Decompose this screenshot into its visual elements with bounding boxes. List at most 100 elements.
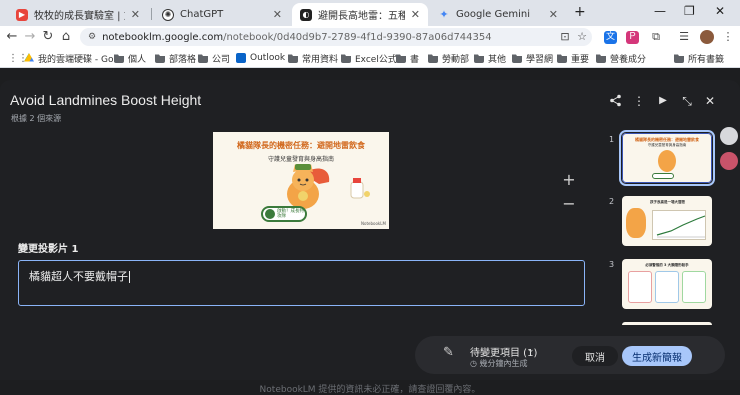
zoom-in-icon[interactable]: +	[557, 168, 581, 192]
edit-input-text: 橘貓超人不要戴帽子	[29, 270, 128, 283]
share-icon[interactable]	[608, 94, 622, 108]
bookmark-folder-personal[interactable]: 個人	[114, 51, 146, 65]
site-info-icon[interactable]: ⚙	[88, 32, 96, 42]
bookmark-folder-labor[interactable]: 勞動部	[428, 51, 469, 65]
reload-icon[interactable]: ↻	[40, 29, 56, 45]
bookmark-label: 所有書籤	[688, 54, 725, 65]
close-tab-icon[interactable]: ✕	[411, 8, 420, 21]
tab-gemini[interactable]: ✦ Google Gemini ✕	[430, 3, 566, 26]
thumbnail-caption: 必須警惕的 3 大類隱形殺手	[645, 263, 689, 267]
tab-fangezi[interactable]: ▶ 牧牧的成長實驗室 | 方格子 vo ✕	[8, 3, 148, 26]
thumbnail-subcaption: 守護兒童發育與身高指南	[647, 143, 687, 147]
bookmark-label: 勞動部	[442, 54, 470, 65]
bookmark-label: 我的雲端硬碟 - Go...	[38, 54, 122, 65]
slide-thumbnail-4-partial[interactable]	[622, 322, 712, 325]
slide-preview[interactable]: 橘貓隊長的機密任務：避開地雷飲食 守護兒童發育與身高指南 啟動！成長特攻隊 No…	[213, 132, 389, 229]
more-options-icon[interactable]: ⋮	[632, 94, 646, 108]
zoom-out-icon[interactable]: −	[557, 192, 581, 216]
google-drive-icon	[24, 53, 34, 62]
slide-thumbnail-1[interactable]: 橘貓隊長的機密任務：避開地雷飲食 守護兒童發育與身高指南	[619, 130, 715, 186]
bookmark-folder-common[interactable]: 常用資料	[288, 51, 338, 65]
extension-icon[interactable]: Ｐ	[626, 31, 639, 44]
card-thumbnail-3	[682, 271, 706, 303]
side-panel-icon[interactable]	[720, 127, 738, 145]
growth-chart-thumbnail	[652, 210, 706, 240]
folder-icon	[341, 54, 351, 63]
slide-logo: NotebookLM	[361, 221, 386, 226]
sidebar-toggle-icon[interactable]: ☰	[676, 29, 692, 45]
folder-icon	[474, 54, 484, 63]
bookmark-label: 其他	[488, 54, 507, 65]
mission-badge: 啟動！成長特攻隊	[261, 206, 307, 222]
extensions-puzzle-icon[interactable]: ⧉	[648, 29, 664, 45]
close-tab-icon[interactable]: ✕	[131, 8, 140, 21]
cat-thumbnail-icon	[658, 150, 676, 172]
text-caret	[129, 271, 130, 283]
tab-title: ChatGPT	[180, 9, 224, 20]
presentation-title: Avoid Landmines Boost Height	[10, 92, 202, 108]
install-app-icon[interactable]: ⊡	[557, 29, 573, 45]
folder-icon	[674, 54, 684, 63]
new-tab-button[interactable]: +	[574, 4, 586, 20]
bookmark-star-icon[interactable]: ☆	[574, 29, 590, 45]
bookmark-folder-blog[interactable]: 部落格	[155, 51, 196, 65]
restore-icon[interactable]: ❐	[684, 4, 695, 18]
bookmark-google-drive[interactable]: 我的雲端硬碟 - Go...	[24, 51, 122, 65]
slide-headline: 橘貓隊長的機密任務：避開地雷飲食	[237, 141, 365, 150]
play-slideshow-icon[interactable]: ▶	[656, 94, 670, 108]
window-close-icon[interactable]: ✕	[715, 4, 725, 18]
bookmark-folder-all[interactable]: 所有書籤	[674, 51, 724, 65]
folder-icon	[596, 54, 606, 63]
tab-divider	[151, 8, 152, 20]
close-modal-icon[interactable]: ✕	[703, 94, 717, 108]
thumbnail-number: 2	[609, 197, 615, 206]
card-thumbnail-2	[655, 271, 679, 303]
minimize-icon[interactable]: —	[654, 4, 666, 18]
bookmark-outlook[interactable]: Outlook	[236, 51, 285, 65]
address-bar[interactable]: ⚙ notebooklm.google.com/notebook/0d40d9b…	[80, 28, 592, 46]
bookmark-folder-learning[interactable]: 學習網	[512, 51, 553, 65]
profile-avatar[interactable]	[700, 30, 714, 44]
generate-presentation-button[interactable]: 生成新簡報	[622, 346, 692, 366]
folder-icon	[114, 54, 124, 63]
eta-text: 幾分鐘內生成	[479, 359, 528, 368]
close-tab-icon[interactable]: ✕	[273, 8, 282, 21]
home-icon[interactable]: ⌂	[58, 29, 74, 45]
tab-notebooklm[interactable]: ◐ 避開長高地雷：五種奶罐發育的 ✕	[292, 3, 428, 26]
cat-thumbnail-icon	[626, 208, 646, 238]
badge-emblem-icon	[265, 209, 275, 219]
chevron-down-icon[interactable]: ⌄	[527, 345, 535, 355]
generation-eta: ◷ 幾分鐘內生成	[470, 358, 528, 369]
folder-icon	[557, 54, 567, 63]
bookmark-folder-company[interactable]: 公司	[198, 51, 230, 65]
folder-icon	[198, 54, 208, 63]
slide-edit-input[interactable]: 橘貓超人不要戴帽子	[18, 260, 585, 306]
bookmark-folder-books[interactable]: 書	[396, 51, 419, 65]
close-tab-icon[interactable]: ✕	[549, 8, 558, 21]
bookmark-folder-important[interactable]: 重要	[557, 51, 589, 65]
folder-icon	[512, 54, 522, 63]
folder-icon	[396, 54, 406, 63]
outlook-icon	[236, 53, 246, 63]
bookmark-folder-other[interactable]: 其他	[474, 51, 506, 65]
edit-section-label: 變更投影片 1	[18, 244, 79, 255]
collapse-icon[interactable]: ⤡	[680, 94, 694, 108]
notebooklm-favicon-icon: ◐	[300, 8, 312, 21]
back-arrow-icon[interactable]: ←	[4, 29, 20, 45]
slide-thumbnail-2[interactable]: 孩子長高是一場大冒險	[622, 196, 712, 246]
bookmark-folder-nutrition[interactable]: 營養成分	[596, 51, 646, 65]
bookmark-label: 常用資料	[302, 54, 339, 65]
forward-arrow-icon[interactable]: →	[22, 29, 38, 45]
bookmark-label: 部落格	[169, 54, 197, 65]
slide-thumbnail-3[interactable]: 必須警惕的 3 大類隱形殺手	[622, 259, 712, 309]
bookmark-folder-excel[interactable]: Excel公式	[341, 51, 397, 65]
thumbnail-caption: 孩子長高是一場大冒險	[650, 200, 685, 204]
translate-extension-icon[interactable]: 文	[604, 31, 617, 44]
side-panel-icon[interactable]	[720, 152, 738, 170]
menu-kebab-icon[interactable]: ⋮	[720, 29, 736, 45]
clock-icon: ◷	[470, 359, 480, 368]
tab-chatgpt[interactable]: ✺ ChatGPT ✕	[154, 3, 290, 26]
fangezi-favicon-icon: ▶	[16, 8, 28, 21]
gemini-favicon-icon: ✦	[439, 8, 449, 21]
cancel-button[interactable]: 取消	[572, 346, 618, 366]
